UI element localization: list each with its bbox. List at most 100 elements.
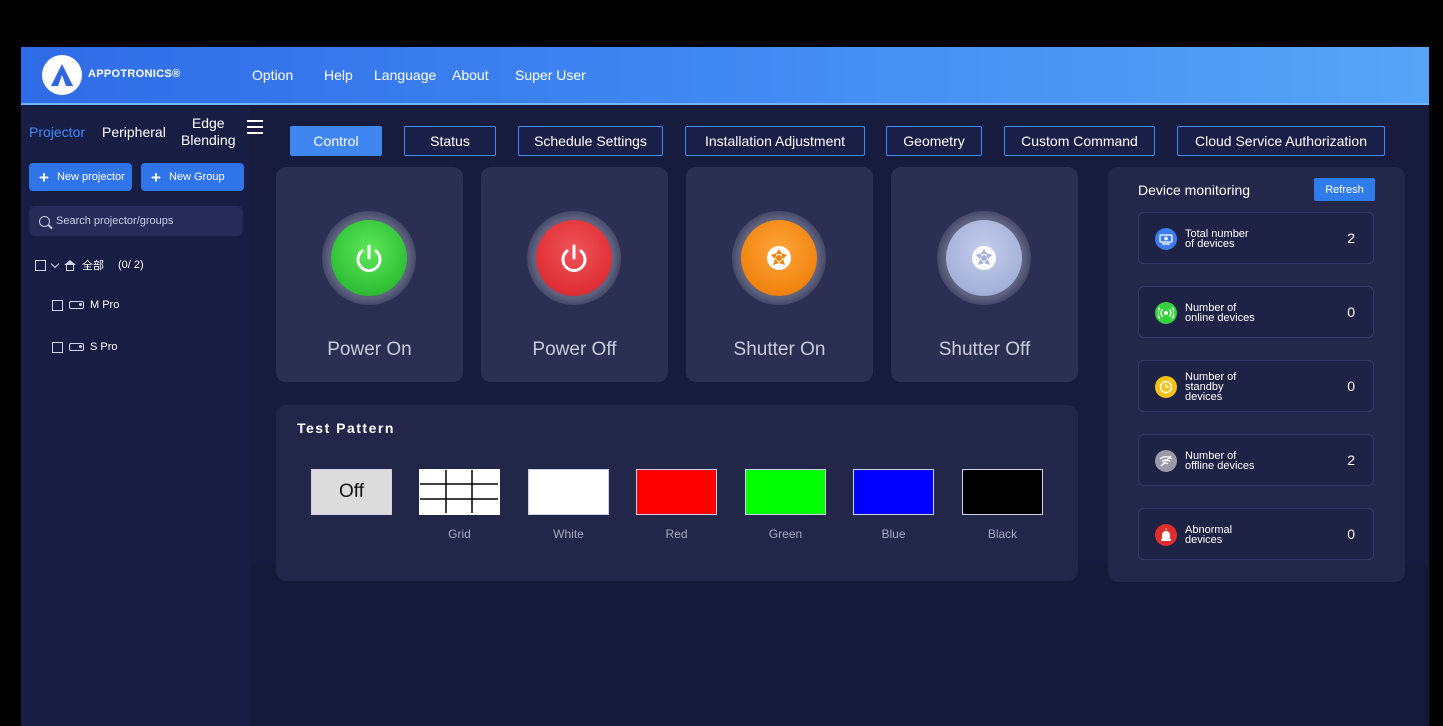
device-monitoring-panel: Device monitoring Refresh Total number of… — [1108, 167, 1405, 582]
projector-icon — [69, 343, 84, 351]
tab-edge-blending[interactable]: Edge Blending — [181, 115, 236, 149]
appotronics-logo-icon[interactable] — [42, 55, 82, 95]
pattern-white-button[interactable] — [528, 469, 609, 515]
group-checkbox[interactable] — [35, 259, 46, 271]
stat-value: 2 — [1347, 230, 1355, 246]
plus-icon: + — [39, 167, 49, 187]
power-off-label: Power Off — [532, 339, 617, 360]
alarm-icon — [1155, 524, 1177, 546]
search-input[interactable]: Search projector/groups — [29, 206, 243, 236]
tab-geometry[interactable]: Geometry — [886, 126, 982, 156]
tab-edge-blending-line1: Edge — [191, 115, 225, 131]
stat-value: 0 — [1347, 378, 1355, 394]
power-off-button[interactable] — [527, 211, 621, 305]
tab-edge-blending-line2: Blending — [181, 132, 236, 148]
wifi-off-icon — [1155, 450, 1177, 472]
power-icon — [536, 220, 612, 296]
pattern-green-label: Green — [768, 527, 803, 541]
tab-peripheral[interactable]: Peripheral — [102, 124, 166, 140]
refresh-button[interactable]: Refresh — [1314, 178, 1375, 201]
shutter-off-label: Shutter Off — [938, 339, 1031, 360]
tab-cloud-service-authorization[interactable]: Cloud Service Authorization — [1177, 126, 1385, 156]
top-bar: APPOTRONICS® Option Help Language About … — [21, 47, 1429, 105]
grid-icon — [420, 470, 498, 513]
search-placeholder: Search projector/groups — [56, 215, 174, 227]
new-group-button[interactable]: + New Group — [141, 163, 244, 191]
stat-value: 0 — [1347, 304, 1355, 320]
pattern-red-label: Red — [665, 527, 688, 541]
shutter-on-card: Shutter On — [686, 167, 873, 382]
hamburger-menu-icon[interactable] — [247, 120, 263, 134]
new-projector-label: New projector — [56, 171, 125, 183]
pattern-white-label: White — [553, 527, 584, 541]
pattern-blue-label: Blue — [881, 527, 906, 541]
chevron-down-icon[interactable] — [50, 259, 60, 268]
stat-label: Total number of devices — [1185, 228, 1249, 250]
menu-help[interactable]: Help — [324, 67, 353, 83]
tab-control[interactable]: Control — [290, 126, 382, 156]
power-off-card: Power Off — [481, 167, 668, 382]
search-icon — [39, 215, 50, 227]
item-checkbox[interactable] — [52, 299, 63, 311]
stat-standby-devices: Number of standby devices 0 — [1138, 360, 1374, 412]
tab-schedule-settings[interactable]: Schedule Settings — [518, 126, 663, 156]
test-pattern-panel: Test Pattern Off Grid White Red Green Bl… — [276, 405, 1078, 581]
app-window: APPOTRONICS® Option Help Language About … — [21, 47, 1429, 726]
tab-installation-adjustment[interactable]: Installation Adjustment — [685, 126, 865, 156]
sidebar: Projector Peripheral Edge Blending + New… — [21, 107, 263, 726]
device-monitoring-title: Device monitoring — [1138, 182, 1251, 198]
clock-icon — [1155, 376, 1177, 398]
stat-label: Abnormal devices — [1185, 524, 1233, 546]
pattern-blue-button[interactable] — [853, 469, 934, 515]
signal-icon — [1155, 302, 1177, 324]
stat-offline-devices: Number of offline devices 2 — [1138, 434, 1374, 486]
new-projector-button[interactable]: + New projector — [29, 163, 132, 191]
projector-icon — [69, 301, 84, 309]
shutter-on-button[interactable] — [732, 211, 826, 305]
shutter-icon — [741, 220, 817, 296]
tab-custom-command[interactable]: Custom Command — [1004, 126, 1155, 156]
stat-abnormal-devices: Abnormal devices 0 — [1138, 508, 1374, 560]
tab-projector[interactable]: Projector — [29, 124, 85, 140]
home-icon — [64, 259, 76, 271]
menu-super-user[interactable]: Super User — [515, 67, 586, 83]
tree-item-s-pro[interactable]: S Pro — [52, 341, 118, 353]
stat-total-devices: Total number of devices 2 — [1138, 212, 1374, 264]
stat-value: 0 — [1347, 526, 1355, 542]
stat-label: Number of online devices — [1185, 302, 1255, 324]
shutter-off-card: Shutter Off — [891, 167, 1078, 382]
pattern-black-label: Black — [987, 527, 1018, 541]
group-name: 全部 — [82, 260, 104, 272]
shutter-icon — [946, 220, 1022, 296]
shutter-off-button[interactable] — [937, 211, 1031, 305]
menu-language[interactable]: Language — [374, 67, 436, 83]
pattern-black-button[interactable] — [962, 469, 1043, 515]
tab-status[interactable]: Status — [404, 126, 496, 156]
pattern-green-button[interactable] — [745, 469, 826, 515]
pattern-grid-label: Grid — [448, 527, 471, 541]
new-group-label: New Group — [168, 171, 225, 183]
shutter-on-label: Shutter On — [733, 339, 826, 360]
group-count: (0/ 2) — [118, 259, 144, 271]
stat-label: Number of offline devices — [1185, 450, 1255, 472]
power-icon — [331, 220, 407, 296]
item-label: M Pro — [90, 299, 120, 311]
tree-item-m-pro[interactable]: M Pro — [52, 299, 119, 311]
brand-name: APPOTRONICS® — [88, 68, 181, 80]
pattern-grid-button[interactable] — [419, 469, 500, 515]
stat-value: 2 — [1347, 452, 1355, 468]
item-label: S Pro — [90, 341, 118, 353]
menu-about[interactable]: About — [452, 67, 489, 83]
pattern-off-button[interactable]: Off — [311, 469, 392, 515]
tree-group-row[interactable]: 全部 (0/ 2) — [35, 257, 144, 273]
lower-background — [251, 563, 1429, 726]
power-on-button[interactable] — [322, 211, 416, 305]
menu-option[interactable]: Option — [252, 67, 293, 83]
power-on-card: Power On — [276, 167, 463, 382]
pattern-red-button[interactable] — [636, 469, 717, 515]
plus-icon: + — [151, 167, 161, 187]
item-checkbox[interactable] — [52, 341, 63, 353]
power-on-label: Power On — [327, 339, 412, 360]
devices-icon — [1155, 228, 1177, 250]
stat-online-devices: Number of online devices 0 — [1138, 286, 1374, 338]
